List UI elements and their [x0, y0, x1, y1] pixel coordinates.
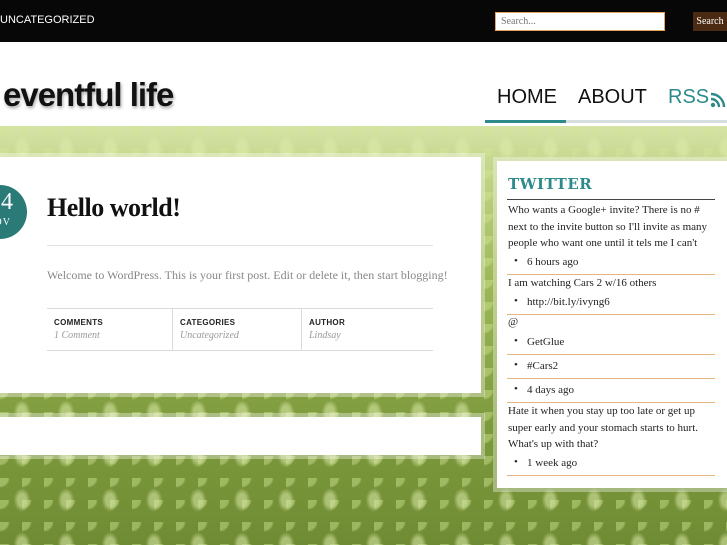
nav-home[interactable]: HOME [497, 86, 557, 109]
twitter-title: TWITTER [508, 175, 593, 193]
tweet-text: Who wants a Google+ invite? There is no … [508, 204, 708, 249]
nav-rss[interactable]: RSS [668, 86, 709, 109]
nav-about[interactable]: ABOUT [578, 86, 647, 109]
tweet-mention-symbol: @ [508, 316, 519, 328]
post-divider [47, 245, 433, 246]
rss-icon[interactable] [710, 92, 726, 108]
tweet-mention[interactable]: GetGlue [514, 335, 564, 348]
top-bar: UNCATEGORIZED Search [0, 0, 727, 42]
post-body: Welcome to WordPress. This is your first… [47, 268, 448, 282]
tweet-time[interactable]: 1 week ago [514, 456, 577, 469]
meta-comments: COMMENTS 1 Comment [47, 309, 172, 350]
meta-comments-label: COMMENTS [54, 318, 104, 327]
tweet-link[interactable]: http://bit.ly/ivyng6 [514, 295, 610, 308]
date-month: OV [0, 217, 11, 228]
tweet-text: I am watching Cars 2 w/16 others [508, 277, 657, 289]
search-button[interactable]: Search [693, 12, 727, 31]
post-title[interactable]: Hello world! [47, 193, 181, 223]
tweet-time[interactable]: 6 hours ago [514, 255, 578, 268]
meta-categories-value[interactable]: Uncategorized [180, 330, 239, 341]
tweet-divider [507, 378, 715, 379]
twitter-title-rule [507, 199, 715, 200]
top-category-link[interactable]: UNCATEGORIZED [0, 14, 95, 26]
meta-author: AUTHOR Lindsay [301, 309, 434, 350]
post-card-secondary [0, 417, 481, 455]
tweet-time[interactable]: 4 days ago [514, 383, 574, 396]
meta-comments-value[interactable]: 1 Comment [54, 330, 100, 341]
date-day: 4 [1, 189, 13, 215]
nav-line [566, 120, 727, 123]
tweet-divider [507, 354, 715, 355]
nav-underline [485, 120, 566, 123]
search-input[interactable] [495, 12, 665, 31]
meta-author-value[interactable]: Lindsay [309, 330, 341, 341]
tweet-text: Hate it when you stay up too late or get… [508, 405, 699, 450]
meta-categories: CATEGORIES Uncategorized [172, 309, 301, 350]
site-logo[interactable]: eventful life [3, 76, 174, 114]
meta-author-label: AUTHOR [309, 318, 346, 327]
meta-categories-label: CATEGORIES [180, 318, 236, 327]
post-meta: COMMENTS 1 Comment CATEGORIES Uncategori… [47, 308, 433, 351]
tweet-hashtag[interactable]: #Cars2 [514, 359, 558, 372]
tweet-divider [507, 475, 715, 476]
